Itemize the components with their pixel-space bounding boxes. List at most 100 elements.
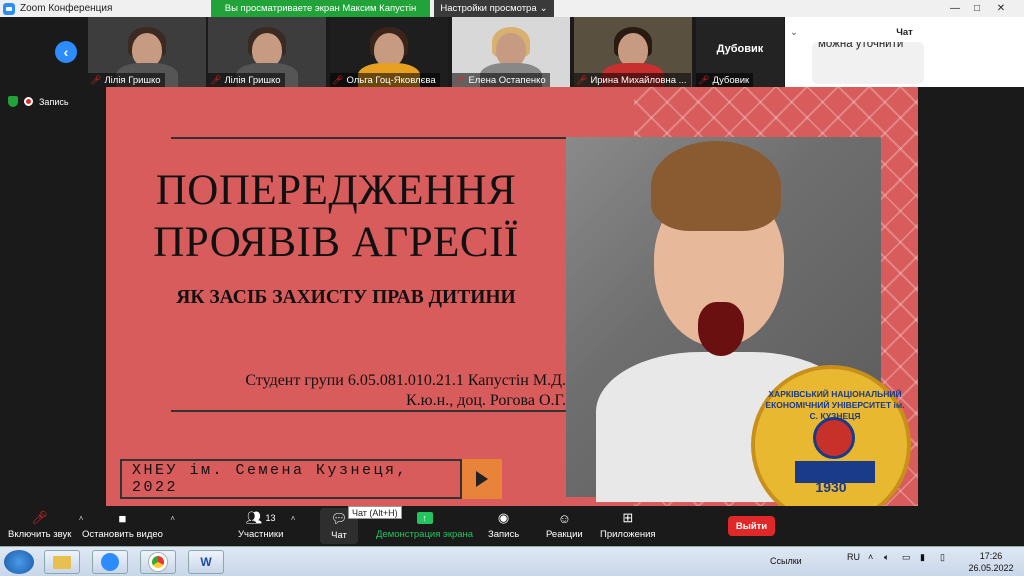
apps-label: Приложения (600, 529, 656, 540)
participants-button[interactable]: 👥︎ 13 Участники ˄ (238, 510, 295, 540)
usb-icon[interactable]: ▭ (902, 552, 911, 563)
close-button[interactable]: ✕ (990, 0, 1012, 17)
chevron-down-icon[interactable]: ⌄ (790, 27, 798, 38)
maximize-button[interactable]: □ (966, 0, 988, 17)
start-button[interactable] (4, 550, 34, 574)
face-shape (132, 33, 162, 67)
chevron-up-icon[interactable]: ˄ (170, 514, 175, 523)
seal-year: 1930 (815, 479, 847, 495)
participant-tile[interactable]: 🎤︎ Ольга Гоц-Яковлєва (330, 17, 448, 87)
record-dot-icon (24, 97, 33, 106)
chat-label: Чат (331, 530, 347, 541)
reactions-label: Реакции (546, 529, 583, 540)
chrome-icon[interactable] (140, 550, 176, 574)
globe-icon (813, 417, 855, 459)
close-icon: ✕ (996, 3, 1006, 14)
word-icon[interactable]: W (188, 550, 224, 574)
participant-name: Дубовик (712, 74, 750, 86)
chevron-down-icon: ⌄ (539, 3, 548, 14)
participant-name: Ирина Михайловна ... (590, 74, 687, 86)
meeting-toolbar: 🎤︎ Включить звук ˄ ■ Остановить видео ˄ … (0, 506, 1024, 546)
os-taskbar: W Ссылки RU ˄ 🔈︎ ▭ ▮ ▯ 17:26 26.05.2022 (0, 546, 1024, 576)
participant-display-name: Дубовик (716, 43, 764, 55)
video-camera-icon: ■ (118, 510, 127, 526)
photo-hair (651, 141, 781, 231)
chat-message-text: можна уточнити (818, 42, 904, 50)
mic-off-icon: 🎤︎ (31, 510, 48, 525)
clock-date: 26.05.2022 (968, 563, 1014, 573)
participants-icon: 👥︎ 13 (245, 510, 276, 525)
participant-label: 🎤︎ Елена Остапенко (452, 73, 550, 87)
clock[interactable]: 17:26 26.05.2022 (962, 550, 1020, 574)
leave-meeting-button[interactable]: Выйти (728, 516, 775, 536)
chat-bubble-icon: 💬︎ (330, 511, 348, 526)
author-line-2: К.ю.н., доц. Рогова О.Г. (406, 392, 566, 409)
participant-label: 🎤︎ Дубовик (696, 73, 754, 87)
network-icon[interactable]: ▮ (920, 552, 925, 563)
face-shape (252, 33, 282, 67)
volume-icon[interactable]: 🔈︎ (884, 552, 889, 563)
chevron-up-icon[interactable]: ˄ (291, 514, 296, 523)
shared-screen: ПОПЕРЕДЖЕННЯ ПРОЯВІВ АГРЕСІЇ ЯК ЗАСІБ ЗА… (106, 87, 918, 506)
mic-off-icon: 🎤︎ (698, 74, 710, 85)
chat-title: Чат (896, 26, 913, 38)
scroll-left-button[interactable]: ‹ (55, 41, 77, 63)
slide-title: ПОПЕРЕДЖЕННЯ ПРОЯВІВ АГРЕСІЇ (153, 167, 519, 266)
mic-off-icon: 🎤︎ (454, 74, 466, 85)
shield-icon (8, 96, 18, 107)
participant-name: Лілія Гришко (224, 74, 281, 86)
participant-tile[interactable]: 🎤︎ Елена Остапенко (452, 17, 570, 87)
participant-tile[interactable]: Дубовик 🎤︎ Дубовик (696, 17, 784, 87)
participant-tile[interactable]: 🎤︎ Ирина Михайловна ... (574, 17, 692, 87)
play-icon (462, 459, 502, 499)
participant-label: 🎤︎ Лілія Гришко (208, 73, 285, 87)
maximize-icon: □ (973, 3, 981, 14)
participant-tile[interactable]: 🎤︎ Лілія Гришко (88, 17, 206, 87)
links-toolbar[interactable]: Ссылки (770, 556, 802, 566)
divider (171, 410, 566, 412)
stop-video-button[interactable]: ■ Остановить видео ˄ (82, 510, 175, 541)
participants-count: 13 (265, 513, 276, 523)
stop-video-label: Остановить видео (82, 529, 163, 540)
minimize-button[interactable]: — (944, 0, 966, 17)
chevron-left-icon: ‹ (63, 44, 69, 60)
recording-label: Запись (39, 96, 69, 107)
unmute-button[interactable]: 🎤︎ Включить звук ˄ (8, 510, 83, 540)
face-shape (496, 33, 526, 67)
participant-label: 🎤︎ Лілія Гришко (88, 73, 165, 87)
apps-icon: ⊞ (622, 510, 634, 525)
participant-label: 🎤︎ Ирина Михайловна ... (574, 73, 691, 87)
record-button[interactable]: ◉ Запись (488, 510, 519, 540)
screen-share-text: Вы просматриваете экран Максим Капустін (224, 3, 417, 14)
recording-indicator[interactable]: Запись (8, 96, 69, 107)
participant-name: Елена Остапенко (468, 74, 546, 86)
slide-subtitle: ЯК ЗАСІБ ЗАХИСТУ ПРАВ ДИТИНИ (176, 287, 516, 308)
slide-footer: ХНЕУ ім. Семена Кузнеця, 2022 (120, 459, 462, 499)
zoom-taskbar-icon[interactable] (92, 550, 128, 574)
apps-button[interactable]: ⊞ Приложения (600, 510, 656, 540)
reactions-button[interactable]: ☺ Реакции (546, 510, 583, 541)
share-screen-label: Демонстрация экрана (376, 529, 474, 540)
author-line-1: Студент групи 6.05.081.010.21.1 Капустін… (245, 372, 566, 389)
record-label: Запись (488, 529, 520, 540)
unmute-label: Включить звук (8, 529, 72, 540)
mic-off-icon: 🎤︎ (90, 74, 102, 85)
file-explorer-icon[interactable] (44, 550, 80, 574)
participant-tile[interactable]: 🎤︎ Лілія Гришко (208, 17, 326, 87)
battery-icon[interactable]: ▯ (940, 552, 945, 563)
clock-time: 17:26 (979, 551, 1003, 561)
chevron-up-icon[interactable]: ˄ (868, 552, 873, 562)
language-indicator[interactable]: RU (847, 552, 860, 562)
window-title: Zoom Конференция (20, 3, 113, 14)
slide-authors: Студент групи 6.05.081.010.21.1 Капустін… (166, 371, 566, 411)
share-screen-icon: ↑ (416, 510, 433, 526)
chat-tooltip: Чат (Alt+H) (348, 506, 402, 519)
view-options-button[interactable]: Настройки просмотра ⌄ (434, 0, 554, 17)
minimize-icon: — (950, 3, 960, 14)
zoom-app-icon (3, 2, 15, 15)
record-icon: ◉ (497, 510, 510, 525)
divider (171, 137, 566, 139)
photo-mouth (698, 302, 744, 356)
face-shape (374, 33, 404, 67)
view-options-label: Настройки просмотра (440, 3, 537, 14)
